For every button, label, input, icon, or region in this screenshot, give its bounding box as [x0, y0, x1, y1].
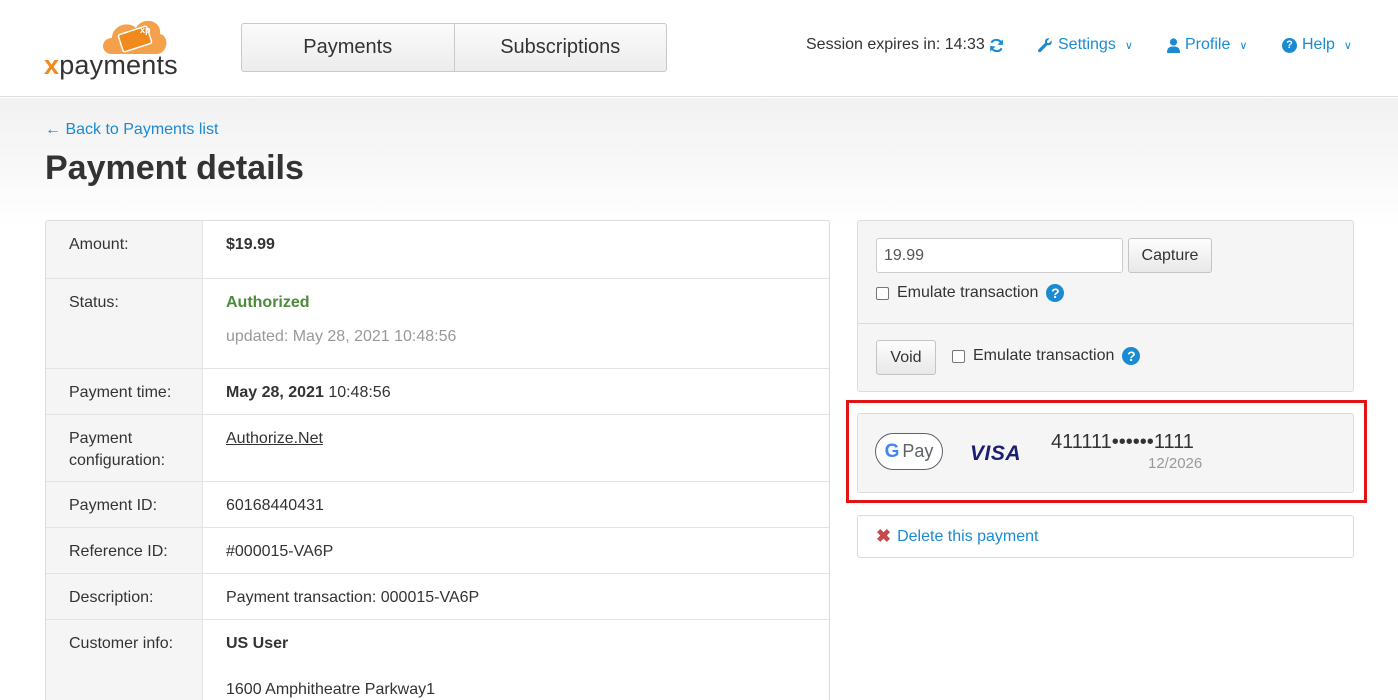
- delete-payment-label: Delete this payment: [897, 527, 1039, 545]
- customer-value: US User 1600 Amphitheatre Parkway1: [226, 633, 435, 700]
- cloud-text: xp: [140, 25, 151, 35]
- void-button[interactable]: Void: [876, 340, 936, 375]
- session-timer: Session expires in: 14:33: [806, 36, 1004, 54]
- status-value: Authorized updated: May 28, 2021 10:48:5…: [226, 292, 456, 348]
- row-status: Status: Authorized updated: May 28, 2021…: [46, 279, 829, 369]
- status-updated: updated: May 28, 2021 10:48:56: [226, 328, 457, 345]
- row-reference-id: Reference ID: #000015-VA6P: [46, 528, 829, 574]
- capture-emulate-checkbox[interactable]: [876, 286, 889, 300]
- status-badge: Authorized: [226, 294, 310, 311]
- question-circle-icon[interactable]: ?: [1046, 284, 1065, 302]
- help-label: Help: [1302, 36, 1335, 53]
- chevron-down-icon: ∨: [1343, 39, 1352, 52]
- question-circle-icon: ?: [1282, 37, 1297, 53]
- capture-amount-input[interactable]: [876, 238, 1123, 273]
- profile-label: Profile: [1185, 36, 1231, 53]
- profile-menu[interactable]: Profile ∨: [1167, 36, 1247, 54]
- transaction-actions-panel: Capture Emulate transaction ? Void Emula…: [857, 220, 1354, 392]
- customer-address: 1600 Amphitheatre Parkway1: [226, 681, 436, 698]
- payment-clock: 10:48:56: [328, 384, 391, 401]
- refresh-icon[interactable]: [989, 38, 1004, 53]
- void-emulate-label: Emulate transaction: [973, 347, 1115, 364]
- chevron-down-icon: ∨: [1239, 39, 1248, 52]
- capture-button[interactable]: Capture: [1128, 238, 1212, 273]
- payment-time-label: Payment time:: [46, 369, 203, 414]
- chevron-down-icon: ∨: [1124, 39, 1133, 52]
- main-tabs: Payments Subscriptions: [241, 23, 667, 72]
- tab-payments[interactable]: Payments: [242, 24, 454, 71]
- reference-id-label: Reference ID:: [46, 528, 203, 573]
- payment-details-table: Amount: $19.99 Status: Authorized update…: [45, 220, 830, 700]
- void-emulate-row: Emulate transaction ?: [952, 347, 1141, 365]
- help-menu[interactable]: ? Help ∨: [1282, 36, 1352, 54]
- close-icon: ✖: [876, 526, 892, 546]
- xpayments-logo[interactable]: xp xpayments: [44, 14, 194, 80]
- payment-id-value: 60168440431: [226, 497, 324, 514]
- amount-value: $19.99: [226, 236, 275, 253]
- description-value: Payment transaction: 000015-VA6P: [226, 589, 480, 606]
- wrench-icon: [1037, 38, 1052, 53]
- void-emulate-checkbox[interactable]: [952, 349, 965, 363]
- configuration-link[interactable]: Authorize.Net: [226, 428, 323, 450]
- amount-label: Amount:: [46, 221, 203, 278]
- configuration-label-line1: Payment: [69, 430, 133, 447]
- capture-emulate-label: Emulate transaction: [897, 284, 1039, 301]
- configuration-label: Payment configuration:: [46, 415, 203, 481]
- logo-name: payments: [59, 50, 178, 80]
- payment-id-label: Payment ID:: [46, 482, 203, 527]
- reference-id-value: #000015-VA6P: [226, 543, 334, 560]
- status-label: Status:: [46, 279, 203, 368]
- customer-label: Customer info:: [46, 620, 203, 700]
- description-label: Description:: [46, 574, 203, 619]
- question-circle-icon[interactable]: ?: [1122, 347, 1141, 365]
- row-customer: Customer info: US User 1600 Amphitheatre…: [46, 620, 829, 700]
- payment-time-value: May 28, 2021 10:48:56: [226, 382, 391, 404]
- row-description: Description: Payment transaction: 000015…: [46, 574, 829, 620]
- customer-name: US User: [226, 635, 289, 652]
- settings-menu[interactable]: Settings ∨: [1037, 36, 1133, 54]
- row-payment-id: Payment ID: 60168440431: [46, 482, 829, 528]
- tab-subscriptions[interactable]: Subscriptions: [453, 24, 667, 71]
- top-header: xp xpayments Payments Subscriptions Sess…: [0, 0, 1398, 97]
- delete-payment-button[interactable]: ✖ Delete this payment: [857, 515, 1354, 558]
- logo-x: x: [44, 50, 60, 80]
- capture-emulate-row: Emulate transaction ?: [876, 284, 1065, 302]
- row-amount: Amount: $19.99: [46, 221, 829, 279]
- payment-date: May 28, 2021: [226, 384, 324, 401]
- actions-divider: [858, 323, 1353, 324]
- row-payment-time: Payment time: May 28, 2021 10:48:56: [46, 369, 829, 415]
- logo-wordmark: xpayments: [44, 50, 178, 81]
- session-label: Session expires in: 14:33: [806, 36, 985, 53]
- configuration-label-line2: configuration:: [69, 452, 166, 469]
- back-to-payments-link[interactable]: ← Back to Payments list: [45, 121, 218, 139]
- highlight-frame: [846, 400, 1367, 503]
- page-title: Payment details: [45, 149, 304, 187]
- user-icon: [1167, 37, 1180, 53]
- settings-label: Settings: [1058, 36, 1116, 53]
- row-configuration: Payment configuration: Authorize.Net: [46, 415, 829, 482]
